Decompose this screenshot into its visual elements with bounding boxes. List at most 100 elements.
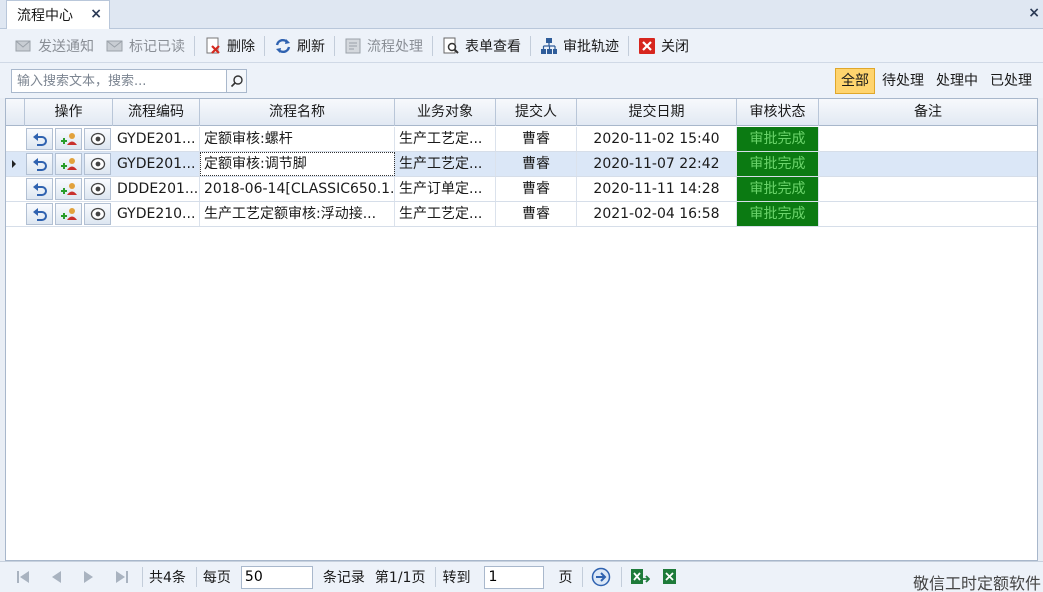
search-button[interactable] [226, 69, 247, 93]
pager-divider [621, 567, 623, 587]
header-name[interactable]: 流程名称 [200, 99, 395, 126]
brand-text: 敬信工时定额软件 [912, 574, 1041, 592]
header-remark[interactable]: 备注 [819, 99, 1037, 126]
first-page-button[interactable] [13, 567, 33, 587]
header-date[interactable]: 提交日期 [577, 99, 737, 126]
cell-object[interactable]: 生产订单定... [395, 177, 496, 201]
refresh-button[interactable]: 刷新 [268, 33, 331, 59]
pager-divider [582, 567, 584, 587]
cell-object[interactable]: 生产工艺定... [395, 127, 496, 151]
send-notice-button[interactable]: 发送通知 [9, 33, 100, 59]
header-object[interactable]: 业务对象 [395, 99, 496, 126]
assign-button[interactable] [55, 178, 82, 200]
cell-name[interactable]: 定额审核:螺杆 [200, 127, 395, 151]
cell-submitter[interactable]: 曹睿 [496, 202, 577, 226]
excel-button[interactable] [660, 567, 680, 587]
toolbar-divider [530, 35, 531, 56]
tab-bar: 流程中心 × × [0, 0, 1043, 29]
cell-submitter[interactable]: 曹睿 [496, 177, 577, 201]
cell-code[interactable]: GYDE210... [113, 202, 200, 226]
form-view-icon [442, 37, 460, 55]
goto-page-input[interactable] [484, 565, 545, 589]
pagination-bar: 共4条 每页 条记录 第1/1页 转到 页 敬信工时定额软件 [0, 561, 1043, 592]
send-icon [15, 37, 33, 55]
undo-button[interactable] [26, 203, 53, 225]
assign-button[interactable] [55, 153, 82, 175]
cell-name[interactable]: 定额审核:调节脚 [200, 152, 395, 176]
last-page-icon [116, 571, 128, 583]
header-code[interactable]: 流程编码 [113, 99, 200, 126]
view-icon [90, 182, 105, 196]
filter-all[interactable]: 全部 [835, 68, 875, 94]
row-indicator-icon [12, 160, 16, 168]
cell-remark[interactable] [819, 127, 1037, 151]
view-button[interactable] [84, 153, 111, 175]
status-badge[interactable]: 审批完成 [737, 177, 819, 201]
mark-read-button[interactable]: 标记已读 [100, 33, 191, 59]
undo-button[interactable] [26, 153, 53, 175]
undo-button[interactable] [26, 128, 53, 150]
prev-page-button[interactable] [46, 567, 66, 587]
first-page-icon [17, 571, 29, 583]
page-info: 第1/1页 [374, 570, 426, 586]
approval-track-button[interactable]: 审批轨迹 [534, 33, 625, 59]
go-button[interactable] [591, 567, 611, 587]
cell-name[interactable]: 2018-06-14[CLASSIC650.1... [200, 177, 395, 201]
filter-processed[interactable]: 已处理 [985, 68, 1037, 94]
cell-name[interactable]: 生产工艺定额审核:浮动接... [200, 202, 395, 226]
table-row[interactable]: GYDE210... 生产工艺定额审核:浮动接... 生产工艺定... 曹睿 2… [6, 202, 1037, 227]
last-page-button[interactable] [112, 567, 132, 587]
cell-date[interactable]: 2020-11-07 22:42 [577, 152, 737, 176]
refresh-icon [274, 37, 292, 55]
approval-track-label: 审批轨迹 [563, 38, 619, 55]
per-page-input[interactable] [240, 565, 313, 589]
header-submitter[interactable]: 提交人 [496, 99, 577, 126]
window-close-icon[interactable]: × [1028, 5, 1040, 21]
tab-close-icon[interactable]: × [90, 6, 102, 22]
cell-date[interactable]: 2021-02-04 16:58 [577, 202, 737, 226]
toolbar: 发送通知 标记已读 删除 刷新 流程处理 表单查看 审批轨迹 关闭 [0, 29, 1043, 63]
table-row[interactable]: GYDE201... 定额审核:调节脚 生产工艺定... 曹睿 2020-11-… [6, 152, 1037, 177]
view-button[interactable] [84, 178, 111, 200]
status-badge[interactable]: 审批完成 [737, 202, 819, 226]
status-badge[interactable]: 审批完成 [737, 152, 819, 176]
cell-submitter[interactable]: 曹睿 [496, 152, 577, 176]
delete-button[interactable]: 删除 [198, 33, 261, 59]
table-row[interactable]: DDDE201... 2018-06-14[CLASSIC650.1... 生产… [6, 177, 1037, 202]
tab-label: 流程中心 [17, 8, 73, 24]
cell-remark[interactable] [819, 202, 1037, 226]
cell-code[interactable]: GYDE201... [113, 152, 200, 176]
cell-date[interactable]: 2020-11-11 14:28 [577, 177, 737, 201]
pager-divider [435, 567, 437, 587]
cell-remark[interactable] [819, 152, 1037, 176]
header-status[interactable]: 审核状态 [737, 99, 819, 126]
excel-export-button[interactable] [630, 567, 651, 587]
status-badge[interactable]: 审批完成 [737, 127, 819, 151]
filter-processing[interactable]: 处理中 [931, 68, 983, 94]
undo-button[interactable] [26, 178, 53, 200]
assign-button[interactable] [55, 203, 82, 225]
cell-submitter[interactable]: 曹睿 [496, 127, 577, 151]
prev-page-icon [52, 571, 61, 583]
cell-object[interactable]: 生产工艺定... [395, 202, 496, 226]
filter-pending[interactable]: 待处理 [877, 68, 929, 94]
tab-process-center[interactable]: 流程中心 × [6, 0, 110, 29]
next-page-button[interactable] [79, 567, 99, 587]
view-button[interactable] [84, 128, 111, 150]
search-input[interactable] [11, 69, 227, 93]
delete-label: 删除 [227, 38, 255, 55]
assign-button[interactable] [55, 128, 82, 150]
cell-remark[interactable] [819, 177, 1037, 201]
header-ops[interactable]: 操作 [25, 99, 113, 126]
process-button[interactable]: 流程处理 [338, 33, 429, 59]
send-notice-label: 发送通知 [38, 38, 94, 55]
close-button[interactable]: 关闭 [632, 33, 695, 59]
cell-code[interactable]: GYDE201... [113, 127, 200, 151]
cell-object[interactable]: 生产工艺定... [395, 152, 496, 176]
cell-date[interactable]: 2020-11-02 15:40 [577, 127, 737, 151]
view-form-button[interactable]: 表单查看 [436, 33, 527, 59]
cell-code[interactable]: DDDE201... [113, 177, 200, 201]
pager-divider [142, 567, 143, 587]
view-button[interactable] [84, 203, 111, 225]
table-row[interactable]: GYDE201... 定额审核:螺杆 生产工艺定... 曹睿 2020-11-0… [6, 127, 1037, 152]
